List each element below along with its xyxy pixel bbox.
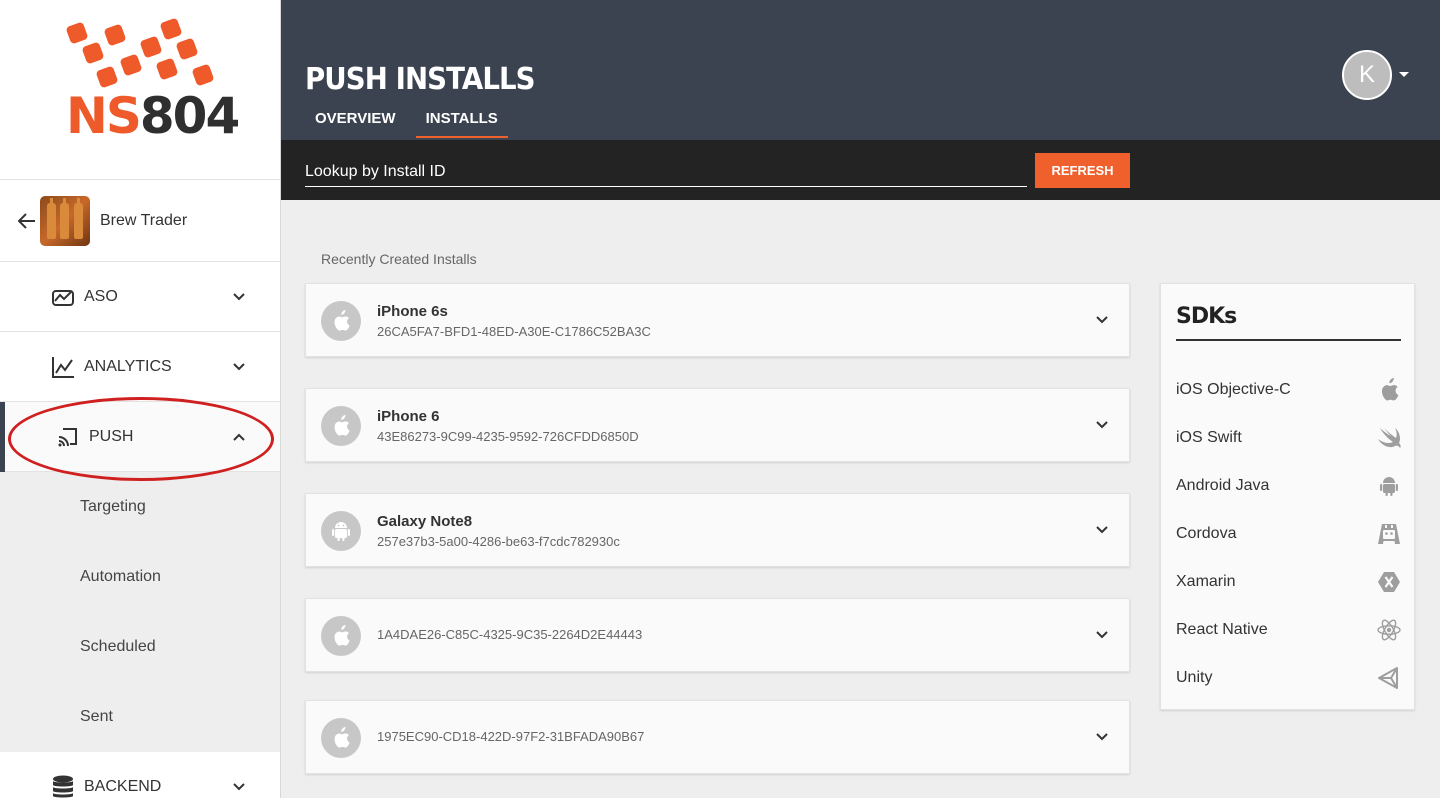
sidebar: NS804 Brew Trader ASO ANALYTICS PUSH Tar…: [0, 0, 281, 798]
install-card[interactable]: iPhone 6s 26CA5FA7-BFD1-48ED-A30E-C1786C…: [305, 283, 1130, 357]
sidebar-item-analytics[interactable]: ANALYTICS: [0, 332, 280, 402]
logo-number: 804: [139, 87, 240, 145]
sidebar-item-backend[interactable]: BACKEND: [0, 752, 280, 798]
logo-wordmark: NS804: [66, 87, 240, 145]
apple-icon: [1376, 377, 1402, 403]
sidebar-item-label: ASO: [84, 287, 118, 305]
brew-trader-app-icon: [40, 195, 90, 246]
database-icon: [50, 774, 76, 798]
sdk-item-xamarin[interactable]: Xamarin: [1161, 558, 1416, 606]
aso-chart-icon: [50, 284, 76, 310]
cast-icon: [55, 424, 81, 450]
apple-icon: [321, 718, 361, 758]
sdk-item-unity[interactable]: Unity: [1161, 654, 1416, 702]
sdk-item-react-native[interactable]: React Native: [1161, 606, 1416, 654]
subnav-item-scheduled[interactable]: Scheduled: [0, 612, 280, 682]
install-id-search-input[interactable]: [305, 157, 1027, 187]
sdk-list: iOS Objective-C iOS Swift Android Java C…: [1161, 366, 1416, 702]
android-icon: [1376, 473, 1402, 499]
chevron-down-icon[interactable]: [1095, 628, 1109, 642]
react-icon: [1376, 617, 1402, 643]
logo[interactable]: NS804: [0, 0, 280, 180]
chevron-down-icon: [232, 360, 246, 374]
sidebar-item-push[interactable]: PUSH: [0, 402, 280, 472]
sidebar-item-label: PUSH: [89, 427, 134, 445]
device-name: iPhone 6: [377, 408, 440, 425]
sdk-item-android-java[interactable]: Android Java: [1161, 462, 1416, 510]
page-header: PUSH INSTALLS OVERVIEW INSTALLS K: [281, 0, 1440, 140]
sidebar-item-label: BACKEND: [84, 777, 162, 795]
chevron-down-icon: [232, 780, 246, 794]
sdk-label: React Native: [1176, 621, 1268, 638]
sdk-item-cordova[interactable]: Cordova: [1161, 510, 1416, 558]
chevron-down-icon: [232, 290, 246, 304]
sdk-label: Unity: [1176, 669, 1213, 686]
install-id: 257e37b3-5a00-4286-be63-f7cdc782930c: [377, 534, 620, 549]
sdk-label: Cordova: [1176, 525, 1237, 542]
unity-icon: [1376, 665, 1402, 691]
swift-icon: [1376, 425, 1402, 451]
device-name: iPhone 6s: [377, 303, 448, 320]
app-selector[interactable]: Brew Trader: [0, 180, 280, 262]
xamarin-icon: [1376, 569, 1402, 595]
install-id: 43E86273-9C99-4235-9592-726CFDD6850D: [377, 429, 639, 444]
sdk-item-ios-swift[interactable]: iOS Swift: [1161, 414, 1416, 462]
install-id: 1975EC90-CD18-422D-97F2-31BFADA90B67: [377, 729, 645, 744]
refresh-button[interactable]: REFRESH: [1035, 153, 1130, 188]
logo-letters: NS: [66, 87, 142, 145]
install-card[interactable]: iPhone 6 43E86273-9C99-4235-9592-726CFDD…: [305, 388, 1130, 462]
sdk-panel: SDKs iOS Objective-C iOS Swift Android J…: [1160, 283, 1415, 710]
install-card[interactable]: 1975EC90-CD18-422D-97F2-31BFADA90B67: [305, 700, 1130, 774]
chevron-down-icon[interactable]: [1095, 730, 1109, 744]
subnav-item-sent[interactable]: Sent: [0, 682, 280, 752]
sdk-label: iOS Objective-C: [1176, 381, 1291, 398]
chevron-down-icon[interactable]: [1095, 313, 1109, 327]
sdk-panel-title: SDKs: [1176, 304, 1401, 341]
install-card[interactable]: Galaxy Note8 257e37b3-5a00-4286-be63-f7c…: [305, 493, 1130, 567]
logo-dots-graphic: [66, 18, 214, 88]
apple-icon: [321, 301, 361, 341]
android-icon: [321, 511, 361, 551]
tab-bar: OVERVIEW INSTALLS: [305, 102, 518, 138]
lookup-bar: REFRESH: [281, 140, 1440, 200]
tab-installs[interactable]: INSTALLS: [415, 102, 508, 138]
avatar[interactable]: K: [1342, 50, 1392, 100]
analytics-line-chart-icon: [50, 354, 76, 380]
chevron-down-icon[interactable]: [1095, 418, 1109, 432]
app-name: Brew Trader: [100, 211, 188, 229]
sdk-label: iOS Swift: [1176, 429, 1242, 446]
sidebar-item-label: ANALYTICS: [84, 357, 172, 375]
push-subnav: Targeting Automation Scheduled Sent: [0, 472, 280, 752]
install-id: 1A4DAE26-C85C-4325-9C35-2264D2E44443: [377, 627, 643, 642]
caret-down-icon[interactable]: [1399, 72, 1409, 77]
install-id: 26CA5FA7-BFD1-48ED-A30E-C1786C52BA3C: [377, 324, 651, 339]
install-card[interactable]: 1A4DAE26-C85C-4325-9C35-2264D2E44443: [305, 598, 1130, 672]
apple-icon: [321, 616, 361, 656]
sdk-label: Xamarin: [1176, 573, 1236, 590]
sdk-item-ios-objective-c[interactable]: iOS Objective-C: [1161, 366, 1416, 414]
cordova-icon: [1376, 521, 1402, 547]
sdk-label: Android Java: [1176, 477, 1270, 494]
sidebar-item-aso[interactable]: ASO: [0, 262, 280, 332]
chevron-up-icon: [232, 430, 246, 444]
back-arrow-icon[interactable]: [16, 210, 38, 232]
section-label: Recently Created Installs: [321, 251, 477, 267]
tab-overview[interactable]: OVERVIEW: [305, 102, 406, 138]
subnav-item-automation[interactable]: Automation: [0, 542, 280, 612]
apple-icon: [321, 406, 361, 446]
subnav-item-targeting[interactable]: Targeting: [0, 472, 280, 542]
chevron-down-icon[interactable]: [1095, 523, 1109, 537]
page-title: PUSH INSTALLS: [305, 62, 536, 97]
device-name: Galaxy Note8: [377, 513, 473, 530]
